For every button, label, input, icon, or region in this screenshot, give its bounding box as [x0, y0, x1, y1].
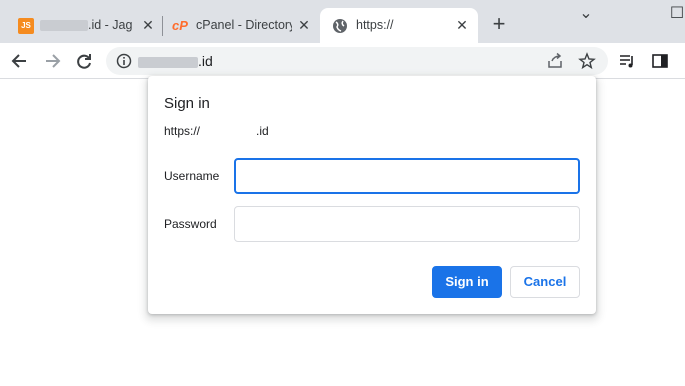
maximize-icon[interactable]: ☐: [665, 4, 685, 24]
password-input[interactable]: [234, 206, 580, 242]
username-input[interactable]: [234, 158, 580, 194]
browser-window: JS .id - Jag ✕ cP cPanel - Directory ✕ h…: [0, 0, 685, 386]
tab-3-title: https://: [356, 18, 394, 32]
forward-icon[interactable]: [42, 51, 62, 71]
sign-in-dialog: Sign in https://.id Username Password Si…: [148, 76, 596, 314]
tab-separator: [162, 16, 163, 36]
tab-1[interactable]: JS .id - Jag ✕: [8, 8, 160, 43]
cancel-button[interactable]: Cancel: [510, 266, 580, 298]
tab-3-active[interactable]: https:// ✕: [320, 8, 478, 43]
redacted-text: [40, 20, 88, 32]
tab-2-title: cPanel - Directory: [196, 18, 292, 32]
url-text: .id: [138, 53, 213, 69]
share-icon[interactable]: [546, 52, 564, 70]
password-label: Password: [164, 217, 217, 231]
tab-2[interactable]: cP cPanel - Directory ✕: [164, 8, 316, 43]
globe-icon: [333, 19, 347, 33]
orange-site-icon: JS: [18, 18, 34, 34]
tab-1-close-icon[interactable]: ✕: [140, 17, 156, 33]
tab-strip: JS .id - Jag ✕ cP cPanel - Directory ✕ h…: [0, 0, 685, 43]
new-tab-button[interactable]: +: [488, 13, 510, 36]
dialog-origin: https://.id: [164, 124, 269, 138]
reload-icon[interactable]: [74, 51, 94, 71]
minimize-icon[interactable]: ⌄: [574, 4, 598, 24]
dialog-title: Sign in: [164, 95, 210, 112]
toolbar: .id: [0, 43, 685, 79]
username-label: Username: [164, 169, 220, 183]
redacted-text: [138, 56, 198, 68]
tab-1-title: .id - Jag: [40, 18, 132, 32]
sign-in-button[interactable]: Sign in: [432, 266, 502, 298]
info-icon[interactable]: [116, 53, 132, 69]
tab-3-close-icon[interactable]: ✕: [454, 17, 470, 33]
tab-2-close-icon[interactable]: ✕: [296, 17, 312, 33]
reading-list-icon[interactable]: [618, 52, 636, 70]
cpanel-icon: cP: [172, 18, 188, 33]
address-bar[interactable]: .id: [106, 47, 608, 75]
back-icon[interactable]: [10, 51, 30, 71]
bookmark-star-icon[interactable]: [578, 52, 596, 70]
side-panel-icon[interactable]: [651, 52, 669, 70]
redacted-text: [200, 125, 256, 135]
